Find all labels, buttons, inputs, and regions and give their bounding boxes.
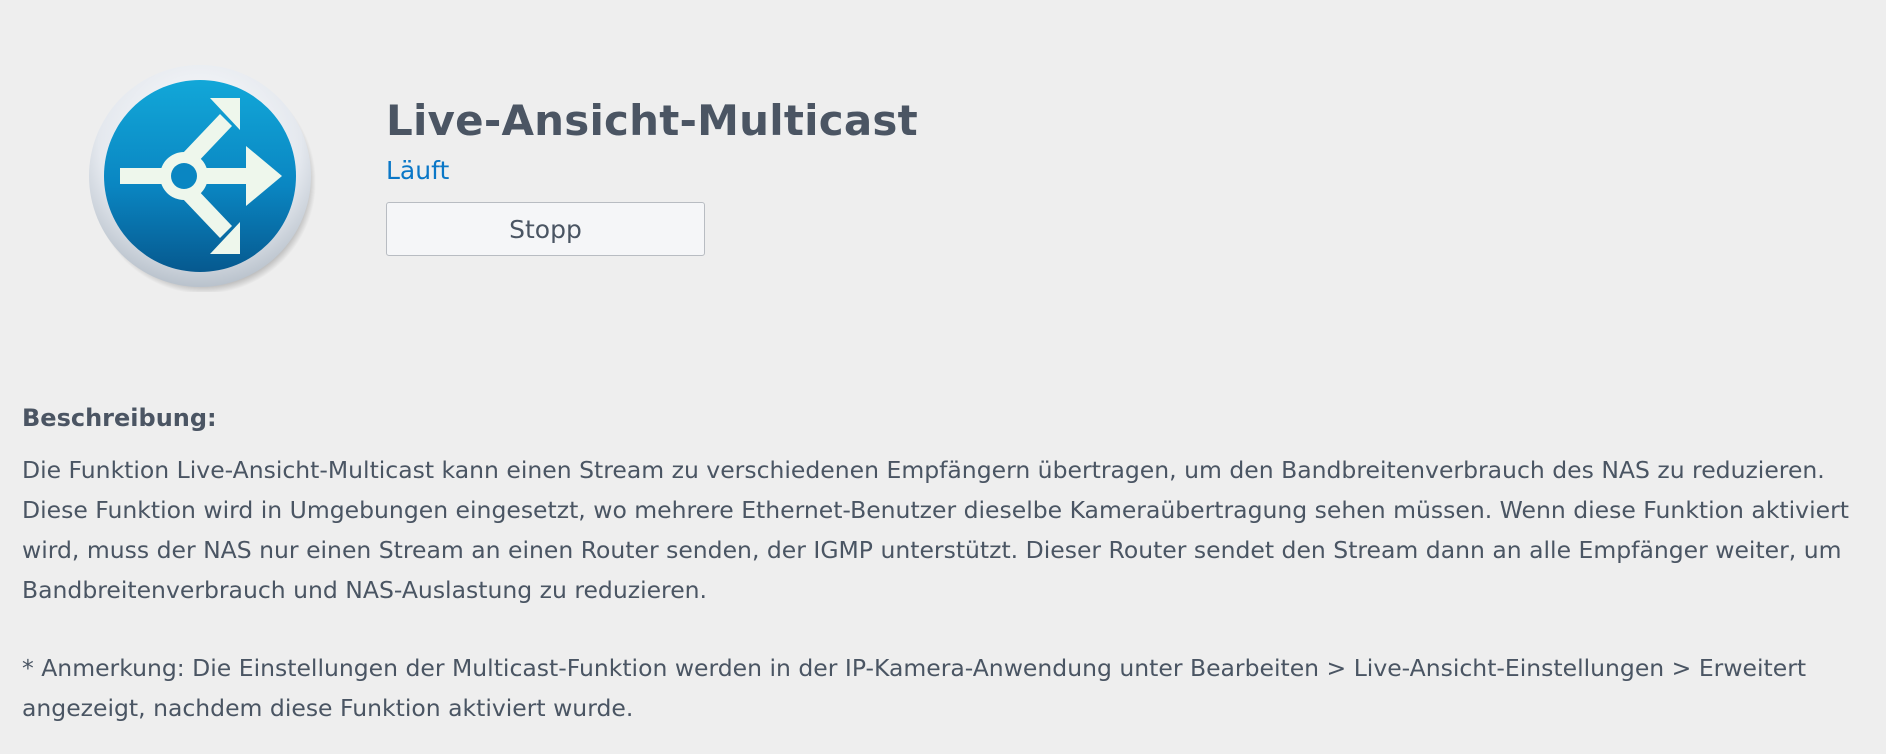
stop-button[interactable]: Stopp — [386, 202, 705, 256]
description-section: Beschreibung: Die Funktion Live-Ansicht-… — [22, 400, 1872, 728]
page-title: Live-Ansicht-Multicast — [386, 96, 918, 145]
multicast-arrows-icon — [86, 60, 318, 292]
status-label: Läuft — [386, 156, 450, 185]
description-note: * Anmerkung: Die Einstellungen der Multi… — [22, 654, 1807, 722]
description-text: Die Funktion Live-Ansicht-Multicast kann… — [22, 456, 1849, 604]
app-header: Live-Ansicht-Multicast Läuft Stopp — [0, 0, 1886, 320]
description-heading: Beschreibung: — [22, 404, 217, 432]
